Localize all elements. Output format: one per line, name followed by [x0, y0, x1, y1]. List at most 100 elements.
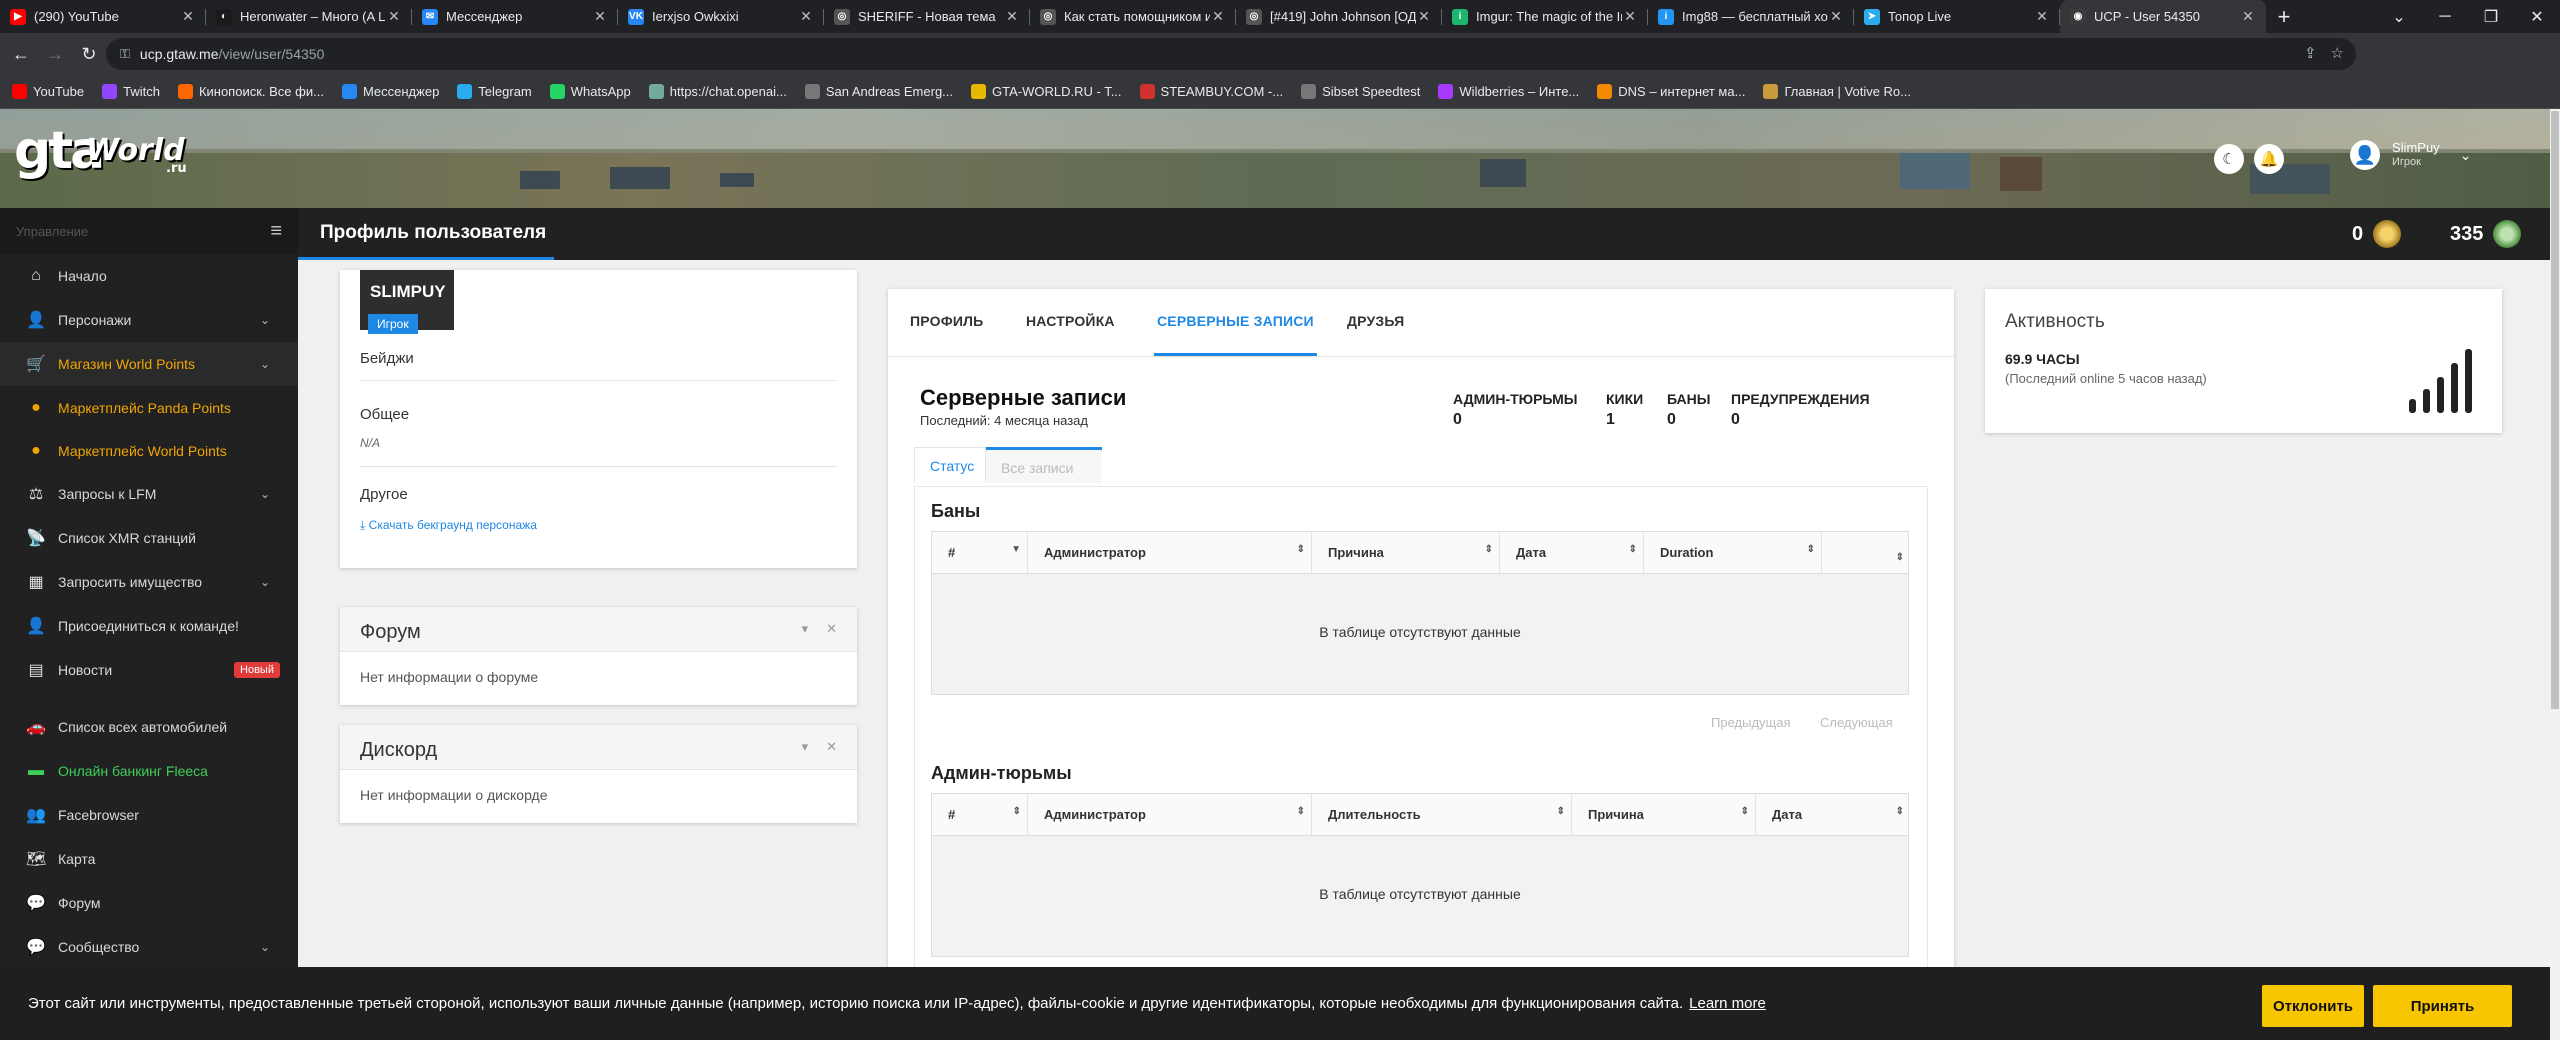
- share-icon[interactable]: ⇪: [2304, 44, 2317, 62]
- browser-tab[interactable]: VK Ierxjso Owkxixi ✕: [618, 0, 824, 33]
- sidebar-item[interactable]: ▤ Новости Новый: [0, 648, 298, 692]
- browser-tab[interactable]: ◎ [#419] John Johnson [ОД ✕: [1236, 0, 1442, 33]
- url-text[interactable]: ucp.gtaw.me/view/user/54350: [140, 46, 324, 62]
- bookmark-item[interactable]: Кинопоиск. Все фи...: [177, 84, 324, 99]
- learn-more-link[interactable]: Learn more: [1689, 995, 1766, 1012]
- back-button[interactable]: ←: [4, 44, 38, 65]
- sidebar-item[interactable]: ● Маркетплейс World Points: [0, 429, 298, 472]
- scrollbar-thumb[interactable]: [2551, 111, 2559, 709]
- browser-tab[interactable]: ◐ Heronwater – Много (A L ✕: [206, 0, 412, 33]
- pagination-prev[interactable]: Предыдущая: [1711, 715, 1791, 730]
- tab-close-icon[interactable]: ✕: [2240, 8, 2256, 25]
- col-duration[interactable]: Duration ⇕: [1644, 532, 1822, 574]
- pagination-next[interactable]: Следующая: [1820, 715, 1893, 730]
- close-icon[interactable]: ✕: [826, 621, 837, 637]
- col-number[interactable]: # ▼: [932, 532, 1028, 574]
- maximize-button[interactable]: ❐: [2468, 7, 2514, 27]
- browser-tab[interactable]: ◉ UCP - User 54350 ✕: [2060, 0, 2266, 33]
- tab-search-icon[interactable]: ⌄: [2376, 7, 2422, 27]
- sidebar-item[interactable]: 💬 Сообщество ⌄: [0, 925, 298, 969]
- browser-tab[interactable]: i Img88 — бесплатный хос ✕: [1648, 0, 1854, 33]
- browser-tab[interactable]: ▶ (290) YouTube ✕: [0, 0, 206, 33]
- browser-tab[interactable]: i Imgur: The magic of the In ✕: [1442, 0, 1648, 33]
- decline-button[interactable]: Отклонить: [2262, 985, 2364, 1027]
- bookmark-item[interactable]: Мессенджер: [341, 84, 439, 99]
- subtab-status[interactable]: Статус: [914, 447, 986, 483]
- sidebar-item[interactable]: 🛒 Магазин World Points ⌄: [0, 342, 298, 386]
- tab-close-icon[interactable]: ✕: [180, 8, 196, 25]
- bookmark-item[interactable]: Wildberries – Инте...: [1438, 84, 1579, 99]
- hamburger-menu-icon[interactable]: ≡: [270, 220, 282, 243]
- accept-button[interactable]: Принять: [2373, 985, 2512, 1027]
- collapse-icon[interactable]: ▾: [802, 739, 809, 755]
- bookmark-item[interactable]: STEAMBUY.COM -...: [1139, 84, 1283, 99]
- close-window-button[interactable]: ✕: [2514, 7, 2560, 27]
- tab-close-icon[interactable]: ✕: [592, 8, 608, 25]
- tab-close-icon[interactable]: ✕: [1828, 8, 1844, 25]
- sidebar-item[interactable]: 👤 Присоединиться к команде!: [0, 604, 298, 648]
- col-number[interactable]: # ⇕: [932, 794, 1028, 836]
- tab-settings[interactable]: НАСТРОЙКА: [1026, 313, 1115, 329]
- bookmark-item[interactable]: DNS – интернет ма...: [1597, 84, 1745, 99]
- bookmark-item[interactable]: YouTube: [12, 84, 84, 99]
- bookmark-label: San Andreas Emerg...: [825, 84, 954, 99]
- bookmark-item[interactable]: Sibset Speedtest: [1301, 84, 1420, 99]
- download-background-link[interactable]: ⤓ Скачать бекграунд персонажа: [360, 518, 537, 533]
- bookmark-item[interactable]: Telegram: [457, 84, 532, 99]
- bookmark-item[interactable]: WhatsApp: [549, 84, 631, 99]
- sidebar-item[interactable]: 👤 Персонажи ⌄: [0, 298, 298, 342]
- collapse-icon[interactable]: ▾: [802, 621, 809, 637]
- dark-mode-moon-icon[interactable]: ☾: [2214, 144, 2244, 174]
- bookmark-item[interactable]: San Andreas Emerg...: [804, 84, 954, 99]
- sidebar-item[interactable]: ⌂ Начало: [0, 254, 298, 298]
- bookmark-item[interactable]: Twitch: [102, 84, 160, 99]
- omnibox[interactable]: ⚿ ucp.gtaw.me/view/user/54350 ⇪ ☆: [106, 38, 2356, 70]
- sidebar-item[interactable]: ● Маркетплейс Panda Points: [0, 386, 298, 429]
- bookmark-item[interactable]: GTA-WORLD.RU - T...: [971, 84, 1122, 99]
- site-info-icon[interactable]: ⚿: [120, 46, 130, 62]
- minimize-button[interactable]: ─: [2422, 8, 2468, 26]
- gta-world-logo[interactable]: gta World .ru: [14, 121, 187, 181]
- tab-close-icon[interactable]: ✕: [1622, 8, 1638, 25]
- tab-close-icon[interactable]: ✕: [1210, 8, 1226, 25]
- reload-button[interactable]: ↻: [72, 44, 106, 65]
- bookmark-item[interactable]: Главная | Votive Ro...: [1763, 84, 1911, 99]
- tab-close-icon[interactable]: ✕: [798, 8, 814, 25]
- sidebar-item[interactable]: 💬 Форум: [0, 881, 298, 925]
- tab-close-icon[interactable]: ✕: [1004, 8, 1020, 25]
- col-reason[interactable]: Причина ⇕: [1312, 532, 1500, 574]
- sidebar-item[interactable]: 🚗 Список всех автомобилей: [0, 705, 298, 749]
- user-menu[interactable]: 👤 SlimPuy Игрок ⌄: [2350, 140, 2471, 170]
- browser-tab[interactable]: ✉ Мессенджер ✕: [412, 0, 618, 33]
- tab-server-records[interactable]: СЕРВЕРНЫЕ ЗАПИСИ: [1157, 313, 1314, 329]
- sidebar-item[interactable]: ▬ Онлайн банкинг Fleeca: [0, 749, 298, 793]
- subtab-all-records[interactable]: Все записи: [986, 447, 1102, 483]
- tab-close-icon[interactable]: ✕: [1416, 8, 1432, 25]
- page-scrollbar[interactable]: [2550, 109, 2560, 1040]
- tab-profile[interactable]: ПРОФИЛЬ: [910, 313, 983, 329]
- new-tab-button[interactable]: +: [2266, 0, 2302, 33]
- col-extra[interactable]: ⇕: [1822, 532, 1910, 574]
- sidebar-item[interactable]: ⚖ Запросы к LFM ⌄: [0, 472, 298, 516]
- tab-friends[interactable]: ДРУЗЬЯ: [1347, 313, 1404, 329]
- sidebar-item[interactable]: 🗺 Карта: [0, 837, 298, 881]
- browser-tab[interactable]: ➤ Топор Live ✕: [1854, 0, 2060, 33]
- bookmark-star-icon[interactable]: ☆: [2331, 44, 2344, 62]
- browser-tab[interactable]: ◎ Как стать помощником и ✕: [1030, 0, 1236, 33]
- col-admin[interactable]: Администратор ⇕: [1028, 532, 1312, 574]
- col-admin[interactable]: Администратор ⇕: [1028, 794, 1312, 836]
- col-length[interactable]: Длительность ⇕: [1312, 794, 1572, 836]
- forward-button[interactable]: →: [38, 44, 72, 65]
- sidebar-item[interactable]: ▦ Запросить имущество ⌄: [0, 560, 298, 604]
- browser-tab[interactable]: ◎ SHERIFF - Новая тема ✕: [824, 0, 1030, 33]
- col-date[interactable]: Дата ⇕: [1756, 794, 1910, 836]
- tab-close-icon[interactable]: ✕: [2034, 8, 2050, 25]
- close-icon[interactable]: ✕: [826, 739, 837, 755]
- tab-close-icon[interactable]: ✕: [386, 8, 402, 25]
- bookmark-item[interactable]: https://chat.openai...: [648, 84, 787, 99]
- notification-bell-icon[interactable]: 🔔: [2254, 144, 2284, 174]
- sidebar-item[interactable]: 👥 Facebrowser: [0, 793, 298, 837]
- col-date[interactable]: Дата ⇕: [1500, 532, 1644, 574]
- sidebar-item[interactable]: 📡 Список XMR станций: [0, 516, 298, 560]
- col-reason[interactable]: Причина ⇕: [1572, 794, 1756, 836]
